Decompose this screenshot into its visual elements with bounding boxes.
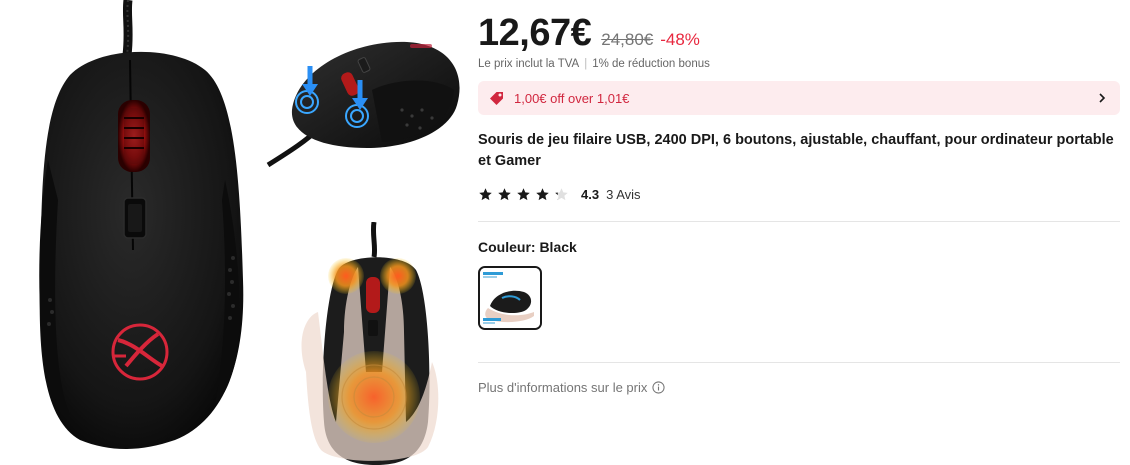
tag-icon: [490, 92, 503, 105]
price-row: 12,67€ 24,80€ -48%: [478, 12, 700, 56]
star-rating[interactable]: [478, 187, 573, 202]
star-full-icon: [479, 187, 492, 200]
star-partial-icon: [555, 187, 568, 200]
coupon-text: 1,00€ off over 1,01€: [514, 90, 630, 106]
rating-row: 4.3 3 Avis: [478, 184, 641, 204]
product-gallery: [0, 0, 470, 465]
more-info-text: Plus d'informations sur le prix: [478, 380, 648, 395]
divider: [478, 362, 1120, 363]
tax-separator: |: [584, 58, 588, 70]
star-full-icon: [498, 187, 511, 200]
chevron-right-icon: [1099, 93, 1106, 103]
thumbnail-heated-hand[interactable]: [296, 222, 446, 465]
bonus-text: 1% de réduction bonus: [592, 58, 710, 70]
coupon-banner[interactable]: 1,00€ off over 1,01€: [478, 81, 1120, 115]
info-icon: [652, 381, 665, 394]
divider: [478, 221, 1120, 222]
color-label: Couleur: Black: [478, 239, 577, 255]
reviews-count-link[interactable]: 3 Avis: [606, 187, 640, 202]
current-price: 12,67€: [478, 12, 592, 54]
thumbnail-side-buttons[interactable]: [262, 30, 470, 170]
product-title: Souris de jeu filaire USB, 2400 DPI, 6 b…: [478, 132, 1114, 169]
rating-value: 4.3: [581, 186, 600, 202]
star-full-icon: [517, 187, 530, 200]
star-full-icon: [536, 187, 549, 200]
more-price-info-link[interactable]: Plus d'informations sur le prix: [478, 380, 665, 395]
original-price: 24,80€: [601, 30, 654, 49]
tax-info: Le prix inclut la TVA | 1% de réduction bo…: [478, 58, 710, 70]
discount-percent: -48%: [660, 30, 700, 49]
main-product-image[interactable]: [0, 0, 255, 465]
tax-included-text: Le prix inclut la TVA: [478, 58, 580, 70]
color-swatch-black[interactable]: [478, 266, 542, 330]
